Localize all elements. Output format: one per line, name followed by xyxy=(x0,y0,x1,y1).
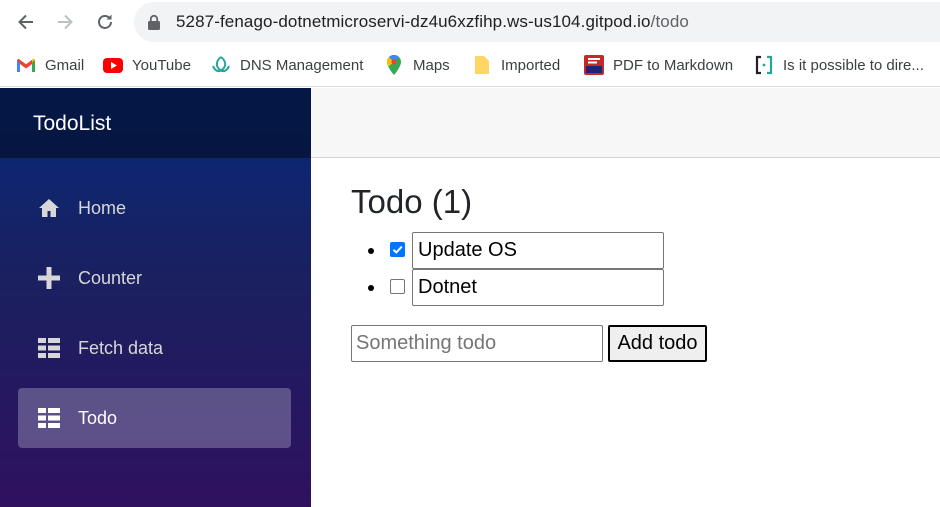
nav-label: Counter xyxy=(78,268,143,288)
brand-bar: TodoList xyxy=(0,88,311,158)
address-bar[interactable]: 5287-fenago-dotnetmicroservi-dz4u6xzfihp… xyxy=(134,2,940,42)
forward-arrow-icon xyxy=(58,14,73,30)
reload-button[interactable] xyxy=(90,7,120,37)
bookmark-gmail[interactable]: Gmail xyxy=(16,55,84,75)
bookmark-label: PDF to Markdown xyxy=(613,56,734,74)
new-todo-input[interactable] xyxy=(351,325,603,362)
browser-toolbar: 5287-fenago-dotnetmicroservi-dz4u6xzfihp… xyxy=(0,0,940,44)
nav-item-todo[interactable]: Todo xyxy=(18,388,291,448)
nav-item-counter[interactable]: Counter xyxy=(18,248,291,308)
top-row xyxy=(311,88,940,158)
bookmark-youtube[interactable]: YouTube xyxy=(103,55,191,75)
forward-button[interactable] xyxy=(50,7,80,37)
lock-icon xyxy=(148,14,160,30)
nav-label: Todo xyxy=(78,408,118,428)
sidebar: TodoList Home Counter Fetch data Todo xyxy=(0,88,311,507)
bookmark-imported[interactable]: Imported xyxy=(472,55,560,75)
app-brand-link[interactable]: TodoList xyxy=(33,112,111,136)
bookmark-label: YouTube xyxy=(132,56,191,74)
bracket-icon xyxy=(754,55,774,75)
bookmark-label: Imported xyxy=(501,56,561,74)
url-host: 5287-fenago-dotnetmicroservi-dz4u6xzfihp… xyxy=(176,12,651,31)
back-arrow-icon xyxy=(18,14,33,30)
plus-icon xyxy=(38,267,60,289)
bookmark-label: DNS Management xyxy=(240,56,364,74)
bookmark-label: Is it possible to dire... xyxy=(783,56,924,74)
back-button[interactable] xyxy=(11,7,41,37)
bookmark-maps[interactable]: Maps xyxy=(384,55,450,75)
dns-icon xyxy=(211,55,231,75)
list-icon xyxy=(38,338,60,358)
bookmark-label: Maps xyxy=(413,56,450,74)
nav-label: Home xyxy=(78,198,127,218)
url-path: /todo xyxy=(650,12,689,31)
add-todo-button[interactable]: Add todo xyxy=(608,325,707,362)
bookmark-pdf-to-markdown[interactable]: PDF to Markdown xyxy=(584,55,733,75)
todo-title-input[interactable] xyxy=(412,232,664,269)
checkmark-icon xyxy=(392,245,403,254)
todo-done-checkbox[interactable] xyxy=(390,242,405,257)
reload-icon xyxy=(98,14,112,29)
bookmarks-bar: Gmail YouTube DNS Management Maps Import… xyxy=(0,44,940,87)
bookmark-is-it-possible[interactable]: Is it possible to dire... xyxy=(754,55,924,75)
list-bullet xyxy=(368,248,374,254)
url-text: 5287-fenago-dotnetmicroservi-dz4u6xzfihp… xyxy=(176,12,689,32)
nav-label: Fetch data xyxy=(78,338,164,358)
maps-icon xyxy=(384,55,404,75)
main-content: Todo (1) Add todo xyxy=(311,158,940,507)
page-title: Todo (1) xyxy=(351,183,473,220)
list-icon xyxy=(38,408,60,428)
youtube-icon xyxy=(103,55,123,75)
home-icon xyxy=(39,199,59,217)
nav-item-home[interactable]: Home xyxy=(18,178,291,238)
todo-title-input[interactable] xyxy=(412,269,664,306)
pdf-icon xyxy=(584,55,604,75)
folder-icon xyxy=(472,55,492,75)
list-bullet xyxy=(368,285,374,291)
bookmark-dns-management[interactable]: DNS Management xyxy=(211,55,363,75)
todo-done-checkbox[interactable] xyxy=(390,279,405,294)
nav-item-fetch-data[interactable]: Fetch data xyxy=(18,318,291,378)
bookmark-label: Gmail xyxy=(45,56,85,74)
gmail-icon xyxy=(16,55,36,75)
